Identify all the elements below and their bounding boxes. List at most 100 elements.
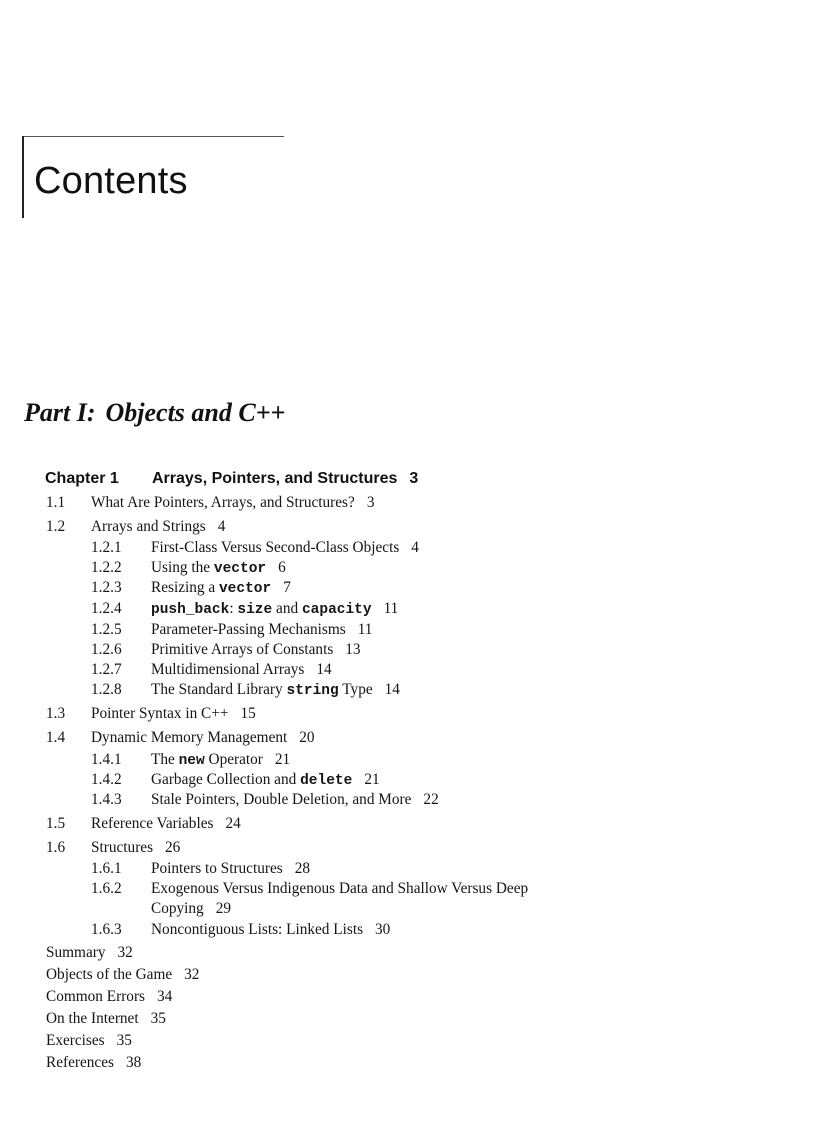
entry-number: 1.2.1 xyxy=(91,539,122,556)
entry-page: 15 xyxy=(240,705,256,722)
toc-entry-1-4-1[interactable]: 1.4.1 The new Operator 21 xyxy=(91,751,290,770)
toc-objects-of-the-game[interactable]: Objects of the Game 32 xyxy=(46,966,199,984)
toc-entry-1-2[interactable]: 1.2 Arrays and Strings 4 xyxy=(46,518,225,536)
entry-title-text: Type xyxy=(338,681,373,698)
toc-on-the-internet[interactable]: On the Internet 35 xyxy=(46,1010,166,1028)
chapter-heading[interactable]: Chapter 1 Arrays, Pointers, and Structure… xyxy=(45,470,418,488)
entry-title: What Are Pointers, Arrays, and Structure… xyxy=(91,494,355,511)
entry-title-text: Garbage Collection and xyxy=(151,771,301,788)
toc-entry-1-6-1[interactable]: 1.6.1 Pointers to Structures 28 xyxy=(91,860,310,878)
part-name: Objects and C++ xyxy=(105,398,286,427)
entry-title: Structures xyxy=(91,839,154,856)
toc-entry-1-1[interactable]: 1.1 What Are Pointers, Arrays, and Struct… xyxy=(46,494,374,512)
chapter-title: Arrays, Pointers, and Structures xyxy=(152,470,398,487)
entry-title-text: Using the xyxy=(151,559,214,576)
toc-entry-1-6-2-continuation[interactable]: Copying 29 xyxy=(151,900,231,918)
entry-number: 1.1 xyxy=(46,494,66,511)
entry-title-text: and xyxy=(272,600,302,617)
entry-number: 1.5 xyxy=(46,815,66,832)
part-label: Part I: xyxy=(24,398,96,427)
entry-title-code: push_back xyxy=(151,602,230,618)
entry-page: 11 xyxy=(357,621,373,638)
entry-title: Dynamic Memory Management xyxy=(91,729,288,746)
entry-page: 4 xyxy=(411,539,419,556)
entry-title-code: vector xyxy=(218,581,272,597)
entry-page: 30 xyxy=(375,921,391,938)
entry-number: 1.2.6 xyxy=(91,641,122,658)
toc-entry-1-4-2[interactable]: 1.4.2 Garbage Collection and delete 21 xyxy=(91,771,380,790)
section-page: 35 xyxy=(150,1010,166,1027)
entry-title-code: new xyxy=(178,753,205,769)
entry-title-text: Resizing a xyxy=(151,579,219,596)
entry-title: Exogenous Versus Indigenous Data and Sha… xyxy=(151,880,529,897)
toc-entry-1-6[interactable]: 1.6 Structures 26 xyxy=(46,839,180,857)
entry-number: 1.2 xyxy=(46,518,66,535)
entry-page: 14 xyxy=(384,681,400,698)
entry-title: Pointers to Structures xyxy=(151,860,283,877)
entry-page: 11 xyxy=(383,600,399,617)
toc-entry-1-2-4[interactable]: 1.2.4 push_back: size and capacity 11 xyxy=(91,600,398,619)
entry-page: 14 xyxy=(316,661,332,678)
entry-page: 29 xyxy=(215,900,231,917)
toc-exercises[interactable]: Exercises 35 xyxy=(46,1032,132,1050)
entry-title-text: Operator xyxy=(204,751,263,768)
header-rule-top xyxy=(22,136,284,137)
toc-entry-1-4[interactable]: 1.4 Dynamic Memory Management 20 xyxy=(46,729,315,747)
toc-entry-1-2-3[interactable]: 1.2.3 Resizing a vector 7 xyxy=(91,579,291,598)
page-title: Contents xyxy=(34,160,188,202)
header-rule-left xyxy=(22,136,24,218)
entry-number: 1.2.8 xyxy=(91,681,122,698)
entry-title: Multidimensional Arrays xyxy=(151,661,305,678)
toc-entry-1-2-7[interactable]: 1.2.7 Multidimensional Arrays 14 xyxy=(91,661,332,679)
entry-page: 13 xyxy=(345,641,361,658)
toc-entry-1-4-3[interactable]: 1.4.3 Stale Pointers, Double Deletion, an… xyxy=(91,791,439,809)
entry-title: Reference Variables xyxy=(91,815,214,832)
section-page: 35 xyxy=(116,1032,132,1049)
toc-references[interactable]: References 38 xyxy=(46,1054,141,1072)
entry-page: 26 xyxy=(165,839,181,856)
chapter-page: 3 xyxy=(409,470,419,487)
section-title: Objects of the Game xyxy=(46,966,173,983)
entry-page: 6 xyxy=(278,559,286,576)
toc-entry-1-2-1[interactable]: 1.2.1 First-Class Versus Second-Class Obj… xyxy=(91,539,419,557)
entry-number: 1.2.4 xyxy=(91,600,122,617)
entry-number: 1.4.2 xyxy=(91,771,122,788)
entry-number: 1.2.7 xyxy=(91,661,122,678)
entry-page: 3 xyxy=(366,494,375,511)
toc-entry-1-2-8[interactable]: 1.2.8 The Standard Library string Type 14 xyxy=(91,681,400,700)
toc-entry-1-3[interactable]: 1.3 Pointer Syntax in C++ 15 xyxy=(46,705,256,723)
entry-title-code: vector xyxy=(213,561,267,577)
section-title: Common Errors xyxy=(46,988,145,1005)
toc-common-errors[interactable]: Common Errors 34 xyxy=(46,988,172,1006)
entry-title-text: The Standard Library xyxy=(151,681,287,698)
entry-title: Parameter-Passing Mechanisms xyxy=(151,621,346,638)
toc-entry-1-6-2[interactable]: 1.6.2 Exogenous Versus Indigenous Data an… xyxy=(91,880,528,898)
chapter-label: Chapter 1 xyxy=(45,470,119,487)
entry-number: 1.6.2 xyxy=(91,880,122,897)
section-page: 32 xyxy=(184,966,200,983)
entry-number: 1.3 xyxy=(46,705,66,722)
entry-title: First-Class Versus Second-Class Objects xyxy=(151,539,400,556)
entry-page: 24 xyxy=(225,815,241,832)
entry-number: 1.6 xyxy=(46,839,66,856)
entry-title-code: string xyxy=(286,683,339,699)
section-title: On the Internet xyxy=(46,1010,139,1027)
entry-title-continuation: Copying xyxy=(151,900,204,917)
toc-entry-1-2-2[interactable]: 1.2.2 Using the vector 6 xyxy=(91,559,286,578)
entry-title: Stale Pointers, Double Deletion, and Mor… xyxy=(151,791,412,808)
entry-page: 22 xyxy=(423,791,439,808)
toc-entry-1-2-5[interactable]: 1.2.5 Parameter-Passing Mechanisms 11 xyxy=(91,621,372,639)
toc-summary[interactable]: Summary 32 xyxy=(46,944,133,962)
toc-entry-1-5[interactable]: 1.5 Reference Variables 24 xyxy=(46,815,241,833)
entry-number: 1.6.1 xyxy=(91,860,122,877)
toc-entry-1-6-3[interactable]: 1.6.3 Noncontiguous Lists: Linked Lists 30 xyxy=(91,921,390,939)
entry-number: 1.4.1 xyxy=(91,751,122,768)
entry-page: 4 xyxy=(217,518,226,535)
entry-number: 1.2.5 xyxy=(91,621,122,638)
toc-entry-1-2-6[interactable]: 1.2.6 Primitive Arrays of Constants 13 xyxy=(91,641,361,659)
entry-page: 7 xyxy=(283,579,291,596)
section-title: Exercises xyxy=(46,1032,105,1049)
entry-number: 1.2.3 xyxy=(91,579,122,596)
entry-title: Noncontiguous Lists: Linked Lists xyxy=(151,921,364,938)
entry-number: 1.2.2 xyxy=(91,559,122,576)
